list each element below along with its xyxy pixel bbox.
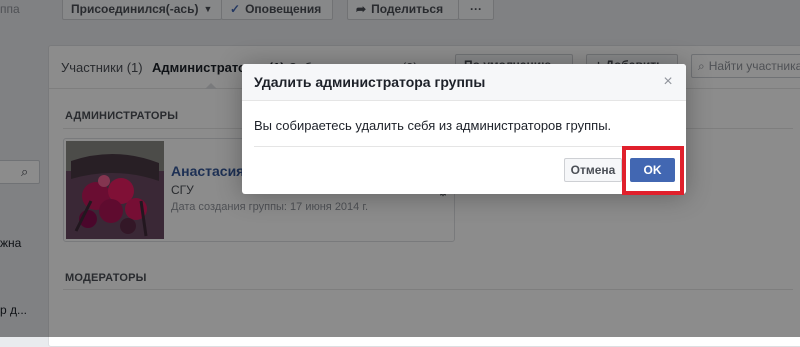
cancel-button[interactable]: Отмена (564, 158, 622, 182)
dialog-header: Удалить администратора группы × (242, 64, 686, 101)
dialog-title: Удалить администратора группы (254, 74, 486, 90)
dialog-message: Вы собираетесь удалить себя из администр… (254, 118, 612, 133)
dialog-divider (254, 146, 674, 147)
remove-admin-dialog: Удалить администратора группы × Вы собир… (242, 64, 686, 195)
close-icon[interactable]: × (660, 74, 676, 90)
ok-button[interactable]: OK (630, 158, 675, 182)
